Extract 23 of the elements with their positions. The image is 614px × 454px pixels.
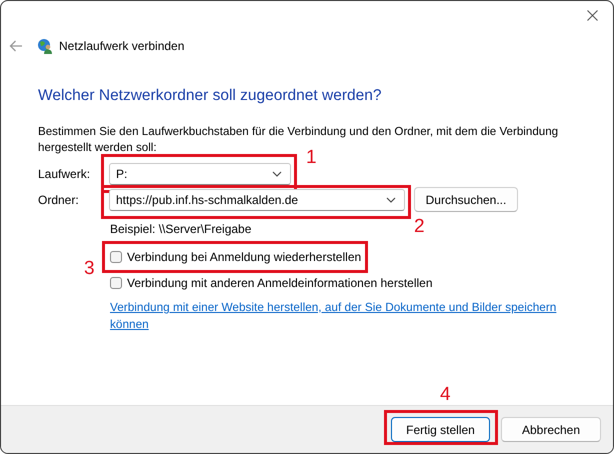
finish-button[interactable]: Fertig stellen: [391, 417, 490, 442]
annotation-number: 2: [414, 217, 425, 237]
checkbox-label: Verbindung bei Anmeldung wiederherstellen: [127, 250, 362, 264]
close-icon: [586, 10, 598, 20]
annotation-number: 4: [440, 385, 451, 405]
back-arrow-icon[interactable]: [9, 40, 23, 52]
folder-combo-field[interactable]: https://pub.inf.hs-schmalkalden.de: [109, 188, 405, 210]
browse-button[interactable]: Durchsuchen...: [414, 187, 518, 212]
folder-label: Ordner:: [38, 192, 80, 206]
example-text: Beispiel: \\Server\Freigabe: [110, 222, 252, 236]
checkbox[interactable]: [110, 277, 122, 289]
checkbox-label: Verbindung mit anderen Anmeldeinformationen herstellen: [127, 276, 433, 290]
drive-dropdown[interactable]: P:: [109, 163, 291, 185]
dialog-heading: Welcher Netzwerkordner soll zugeordnet werden?: [38, 87, 382, 105]
website-link[interactable]: Verbindung mit einer Website herstellen, auf der Sie Dokumente und Bilder speichern können: [110, 299, 585, 333]
checkbox[interactable]: [110, 251, 122, 263]
annotation-number: 3: [84, 259, 95, 279]
network-globe-icon: [37, 38, 53, 54]
cancel-button[interactable]: Abbrechen: [501, 417, 601, 442]
drive-label: Laufwerk:: [38, 167, 92, 181]
window-title: Netzlaufwerk verbinden: [59, 39, 184, 53]
chevron-icon: [272, 171, 282, 177]
chevron-icon: [386, 196, 396, 202]
